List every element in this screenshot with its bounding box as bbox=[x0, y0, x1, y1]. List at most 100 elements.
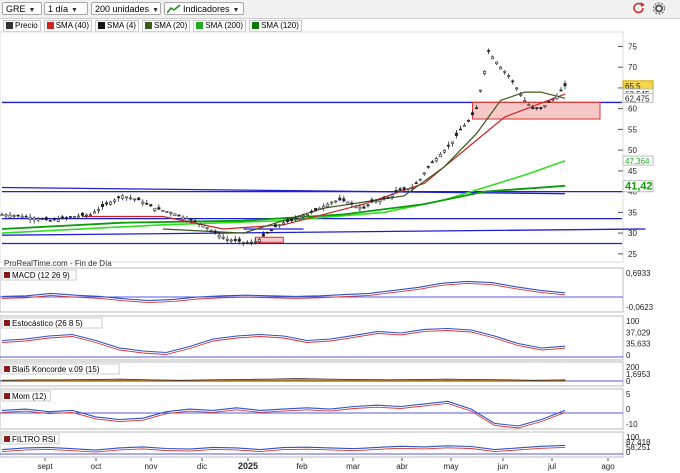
y-tick-label: 30 bbox=[628, 229, 637, 238]
x-tick-label: 2025 bbox=[238, 461, 258, 471]
panel-y-label: -10 bbox=[626, 420, 638, 429]
signal-line bbox=[1, 402, 566, 429]
indicators-button[interactable]: Indicadores ▼ bbox=[164, 2, 244, 15]
legend-swatch bbox=[98, 22, 106, 29]
price-candle bbox=[402, 187, 406, 190]
price-candle bbox=[129, 197, 133, 200]
legend-label: Precio bbox=[15, 21, 38, 30]
price-candle bbox=[374, 200, 378, 203]
panel-y-label: 0,6933 bbox=[626, 269, 651, 278]
panel-title-box bbox=[1, 363, 120, 375]
legend-item-sma20[interactable]: SMA (20) bbox=[141, 20, 191, 32]
price-candle bbox=[495, 61, 499, 65]
panel-y-label: -0,0623 bbox=[626, 303, 654, 312]
settings-icon[interactable] bbox=[652, 2, 666, 15]
price-candle bbox=[358, 206, 362, 210]
price-candle bbox=[16, 214, 20, 217]
legend-item-price[interactable]: Precio bbox=[3, 20, 41, 32]
price-candle bbox=[101, 204, 105, 207]
units-select[interactable]: 200 unidades ▼ bbox=[91, 2, 161, 15]
legend-label: SMA (40) bbox=[55, 21, 90, 30]
resistance-zone bbox=[472, 101, 601, 120]
panel-frame bbox=[0, 315, 624, 361]
panel-title-box bbox=[1, 317, 103, 329]
panel-y-label: 87,418 bbox=[626, 438, 651, 447]
price-candle bbox=[438, 153, 442, 158]
panel-title-box bbox=[1, 269, 77, 281]
toolbar: GRE ▼ 1 día ▼ 200 unidades ▼ Indicadores ▼ bbox=[0, 0, 680, 19]
panel-title-swatch bbox=[4, 436, 10, 442]
price-label: 63,545 bbox=[625, 90, 650, 99]
price-candle bbox=[273, 224, 277, 228]
price-candle bbox=[185, 218, 189, 222]
price-candle bbox=[24, 215, 28, 218]
x-tick-label: dic bbox=[197, 462, 207, 471]
momentum-panel: Mom (12) 5 0 -10 bbox=[0, 388, 638, 430]
price-candle bbox=[201, 224, 205, 228]
legend-item-sma4[interactable]: SMA (4) bbox=[95, 20, 139, 32]
price-candle bbox=[193, 220, 197, 223]
y-tick-label: 70 bbox=[628, 63, 637, 72]
price-candle bbox=[153, 207, 157, 211]
price-candle bbox=[72, 216, 76, 218]
sma200-line bbox=[1, 160, 566, 234]
price-candle bbox=[487, 50, 491, 52]
price-label-box bbox=[622, 155, 654, 166]
panel-y-label: 37,029 bbox=[626, 328, 651, 337]
legend-item-sma40[interactable]: SMA (40) bbox=[43, 20, 93, 32]
x-tick-label: nov bbox=[145, 462, 158, 471]
price-candle bbox=[229, 239, 233, 242]
price-candle bbox=[76, 215, 80, 218]
price-candle bbox=[394, 190, 398, 192]
panel-y-label: 5 bbox=[626, 390, 631, 399]
sma40-line bbox=[82, 93, 566, 230]
price-candle bbox=[125, 196, 129, 199]
price-candle bbox=[40, 218, 44, 220]
indicator-line bbox=[1, 444, 566, 451]
price-candle bbox=[52, 218, 56, 221]
y-tick-label: 35 bbox=[628, 208, 637, 217]
price-candle bbox=[113, 199, 117, 202]
panel-title: Estocástico (26 8 5) bbox=[12, 319, 83, 328]
chevron-down-icon: ▼ bbox=[28, 7, 36, 14]
price-candle bbox=[551, 99, 555, 101]
refresh-icon[interactable] bbox=[632, 2, 646, 15]
price-candle bbox=[523, 100, 527, 102]
price-candle bbox=[555, 95, 559, 99]
price-frame bbox=[0, 31, 624, 263]
price-panel: 75 70 65 60 55 50 45 40 35 30 25 65,563,54562,475 47… bbox=[0, 31, 654, 263]
price-candle bbox=[205, 227, 209, 229]
panel-frame bbox=[0, 388, 624, 430]
price-candle bbox=[8, 214, 12, 218]
x-tick-label: mar bbox=[346, 462, 360, 471]
price-candle bbox=[350, 202, 354, 205]
legend-swatch bbox=[252, 22, 260, 29]
price-candle bbox=[563, 83, 567, 87]
price-candle bbox=[225, 239, 229, 241]
ticker-select[interactable]: GRE ▼ bbox=[2, 2, 42, 15]
price-candle bbox=[117, 196, 121, 199]
price-label-box bbox=[622, 180, 654, 193]
legend-item-sma120[interactable]: SMA (120) bbox=[249, 20, 302, 32]
price-candle bbox=[418, 178, 422, 181]
price-candle bbox=[88, 214, 92, 216]
interval-select[interactable]: 1 día ▼ bbox=[44, 2, 88, 15]
chevron-down-icon: ▼ bbox=[232, 7, 240, 14]
x-axis: sept oct nov dic 2025 feb mar abr may jun jul ago bbox=[37, 458, 615, 471]
price-candle bbox=[253, 241, 257, 243]
y-tick-label: 65 bbox=[628, 84, 637, 93]
legend-item-sma200[interactable]: SMA (200) bbox=[193, 20, 247, 32]
sma120-line bbox=[1, 184, 566, 230]
price-candle bbox=[36, 218, 40, 221]
price-candle bbox=[161, 209, 165, 212]
price-candle bbox=[60, 216, 64, 219]
panel-y-label: 35,633 bbox=[626, 340, 651, 349]
price-label: 65,5 bbox=[625, 82, 641, 91]
price-candle bbox=[527, 104, 531, 106]
price-candle bbox=[378, 199, 382, 203]
price-candle bbox=[169, 212, 173, 215]
price-candle bbox=[302, 215, 306, 218]
price-candle bbox=[209, 230, 213, 232]
x-tick-label: jul bbox=[547, 462, 556, 471]
price-candle bbox=[197, 222, 201, 225]
